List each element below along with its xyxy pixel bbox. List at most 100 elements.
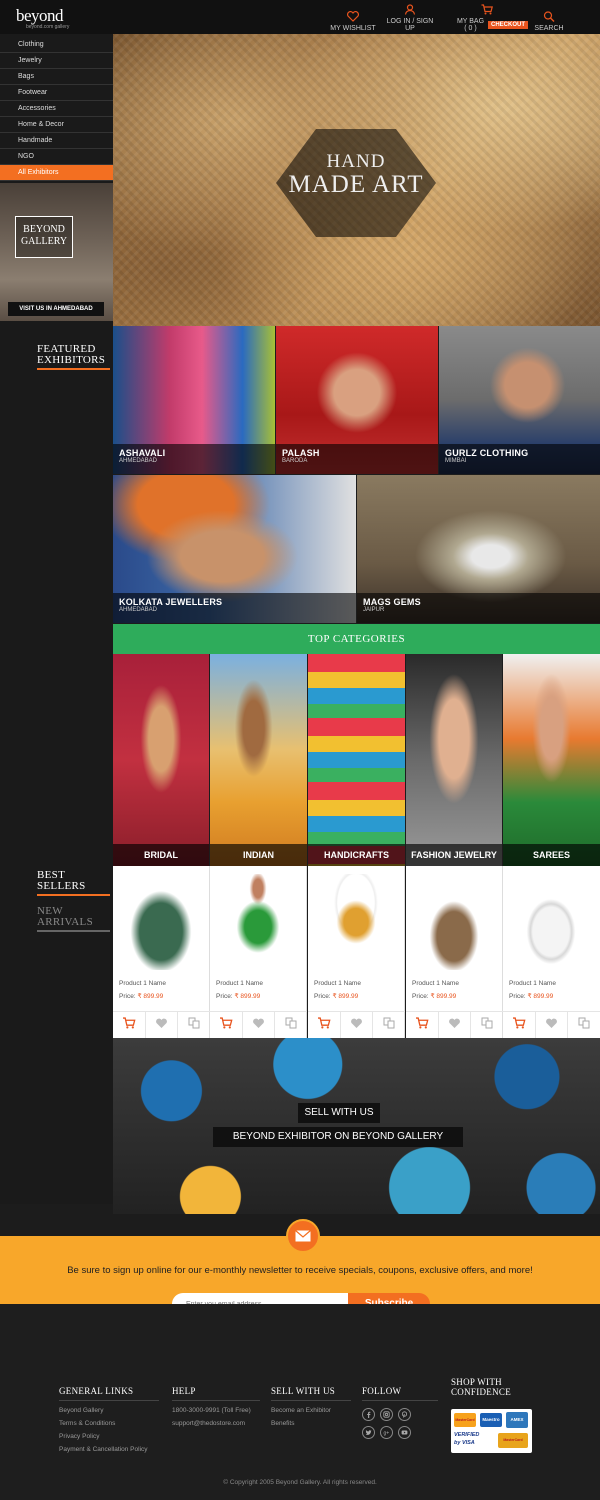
product-image[interactable] — [313, 874, 399, 970]
product-name[interactable]: Product 1 Name — [314, 980, 361, 987]
cart-icon — [415, 1016, 429, 1034]
tile-city: MIMBAI — [445, 458, 467, 464]
product-image[interactable] — [411, 874, 497, 970]
product-name[interactable]: Product 1 Name — [412, 980, 459, 987]
pinterest-icon[interactable] — [398, 1408, 411, 1421]
compare-button[interactable] — [568, 1012, 600, 1038]
product-card[interactable]: Product 1 Name Price: ₹ 899.99 — [113, 866, 210, 1038]
by-visa-text: by VISA — [454, 1440, 475, 1446]
tile-caption: MAGS GEMS JAIPUR — [357, 593, 600, 623]
footer-link[interactable]: Payment & Cancellation Policy — [59, 1443, 148, 1456]
tile-city: BARODA — [282, 458, 308, 464]
sidebar-item-bags[interactable]: Bags — [0, 69, 113, 85]
sidebar-item-jewelry[interactable]: Jewelry — [0, 53, 113, 69]
exhibitor-tile-palash[interactable]: PALASH BARODA — [276, 326, 438, 474]
nav-bag-label: MY BAG ( 0 ) — [456, 18, 485, 32]
cart-icon — [219, 1016, 233, 1034]
product-card[interactable]: Product 1 Name Price: ₹ 899.99 — [308, 866, 405, 1038]
copyright: © Copyright 2005 Beyond Gallery. All rig… — [223, 1479, 377, 1486]
hero-title-line-2: MADE ART — [288, 171, 424, 198]
footer-link[interactable]: Become an Exhibitor — [271, 1404, 331, 1417]
new-arrivals-line-2: ARRIVALS — [37, 916, 93, 928]
add-to-cart-button[interactable] — [503, 1012, 536, 1038]
product-card[interactable]: Product 1 Name Price: ₹ 899.99 — [210, 866, 307, 1038]
wishlist-button[interactable] — [536, 1012, 569, 1038]
product-name[interactable]: Product 1 Name — [509, 980, 556, 987]
footer-link[interactable]: Beyond Gallery — [59, 1404, 148, 1417]
footer-follow-title: FOLLOW — [362, 1386, 402, 1396]
compare-button[interactable] — [178, 1012, 210, 1038]
exhibitor-tile-mags[interactable]: MAGS GEMS JAIPUR — [357, 475, 600, 623]
tile-caption: KOLKATA JEWELLERS AHMEDABAD — [113, 593, 356, 623]
tile-name: PALASH — [282, 448, 320, 458]
exhibitor-tile-kolkata[interactable]: KOLKATA JEWELLERS AHMEDABAD — [113, 475, 356, 623]
help-phone[interactable]: 1800-3000-9991 (Toll Free) — [172, 1404, 251, 1417]
category-sarees[interactable]: SAREES — [503, 654, 600, 866]
footer-divider — [59, 1400, 159, 1401]
heart-icon — [347, 11, 359, 22]
footer-general-links: Beyond Gallery Terms & Conditions Privac… — [59, 1404, 148, 1456]
checkout-button[interactable]: CHECKOUT — [488, 21, 528, 29]
product-image[interactable] — [118, 874, 204, 970]
instagram-icon[interactable] — [380, 1408, 393, 1421]
product-image[interactable] — [508, 874, 594, 970]
nav-wishlist[interactable]: MY WISHLIST — [330, 4, 376, 32]
category-handicrafts[interactable]: HANDICRAFTS — [308, 654, 405, 866]
footer-link[interactable]: Benefits — [271, 1417, 331, 1430]
sidebar-item-all-exhibitors[interactable]: All Exhibitors — [0, 165, 113, 181]
add-to-cart-button[interactable] — [210, 1012, 243, 1038]
wishlist-button[interactable] — [439, 1012, 472, 1038]
nav-login[interactable]: LOG IN / SIGN UP — [382, 4, 438, 32]
compare-button[interactable] — [275, 1012, 307, 1038]
product-card[interactable]: Product 1 Name Price: ₹ 899.99 — [406, 866, 503, 1038]
sidebar-item-clothing[interactable]: Clothing — [0, 37, 113, 53]
sidebar-item-ngo[interactable]: NGO — [0, 149, 113, 165]
compare-button[interactable] — [373, 1012, 405, 1038]
google-plus-icon[interactable]: g+ — [380, 1426, 393, 1439]
category-label: SAREES — [503, 844, 600, 866]
footer-link[interactable]: Terms & Conditions — [59, 1417, 148, 1430]
nav-wishlist-label: MY WISHLIST — [330, 25, 376, 32]
add-to-cart-button[interactable] — [308, 1012, 341, 1038]
footer-shop-title: SHOP WITH CONFIDENCE — [451, 1377, 511, 1397]
sidebar-item-home-decor[interactable]: Home & Decor — [0, 117, 113, 133]
help-email[interactable]: support@thedostore.com — [172, 1417, 251, 1430]
sidebar-item-footwear[interactable]: Footwear — [0, 85, 113, 101]
product-name[interactable]: Product 1 Name — [216, 980, 263, 987]
new-arrivals-tab[interactable]: NEW ARRIVALS — [37, 906, 110, 932]
sidebar-item-accessories[interactable]: Accessories — [0, 101, 113, 117]
compare-icon — [188, 1016, 200, 1034]
footer-general-title: GENERAL LINKS — [59, 1386, 134, 1396]
exhibitor-tile-ashavali[interactable]: ASHAVALI AHMEDABAD — [113, 326, 275, 474]
best-sellers-tab[interactable]: BEST SELLERS — [37, 870, 110, 896]
facebook-icon[interactable] — [362, 1408, 375, 1421]
nav-bag[interactable]: MY BAG ( 0 ) CHECKOUT — [446, 4, 528, 32]
category-bridal[interactable]: BRIDAL — [113, 654, 209, 866]
twitter-icon[interactable] — [362, 1426, 375, 1439]
compare-button[interactable] — [471, 1012, 503, 1038]
sell-with-us-banner[interactable]: SELL WITH US BEYOND EXHIBITOR ON BEYOND … — [113, 1038, 600, 1214]
product-card[interactable]: Product 1 Name Price: ₹ 899.99 — [503, 866, 600, 1038]
wishlist-button[interactable] — [341, 1012, 374, 1038]
category-label: BRIDAL — [113, 844, 209, 866]
wishlist-button[interactable] — [146, 1012, 179, 1038]
product-image[interactable] — [215, 874, 301, 970]
exhibitor-tile-gurlz[interactable]: GURLZ CLOTHING MIMBAI — [439, 326, 600, 474]
nav-search[interactable]: SEARCH — [534, 4, 564, 32]
hero-title-line-1: HAND — [326, 151, 386, 172]
add-to-cart-button[interactable] — [113, 1012, 146, 1038]
gallery-line-2: GALLERY — [20, 236, 68, 247]
category-fashion-jewelry[interactable]: FASHION JEWELRY — [406, 654, 502, 866]
visit-ahmedabad-button[interactable]: VISIT US IN AHMEDABAD — [8, 302, 104, 316]
sidebar-item-handmade[interactable]: Handmade — [0, 133, 113, 149]
category-indian[interactable]: INDIAN — [210, 654, 307, 866]
hero-banner[interactable]: HAND MADE ART — [113, 34, 600, 326]
product-name[interactable]: Product 1 Name — [119, 980, 166, 987]
add-to-cart-button[interactable] — [406, 1012, 439, 1038]
youtube-icon[interactable] — [398, 1426, 411, 1439]
footer-link[interactable]: Privacy Policy — [59, 1430, 148, 1443]
site-logo[interactable]: beyond — [16, 6, 64, 26]
footer-help-links: 1800-3000-9991 (Toll Free) support@thedo… — [172, 1404, 251, 1430]
gallery-promo[interactable]: BEYOND GALLERY VISIT US IN AHMEDABAD — [0, 183, 113, 321]
wishlist-button[interactable] — [243, 1012, 276, 1038]
